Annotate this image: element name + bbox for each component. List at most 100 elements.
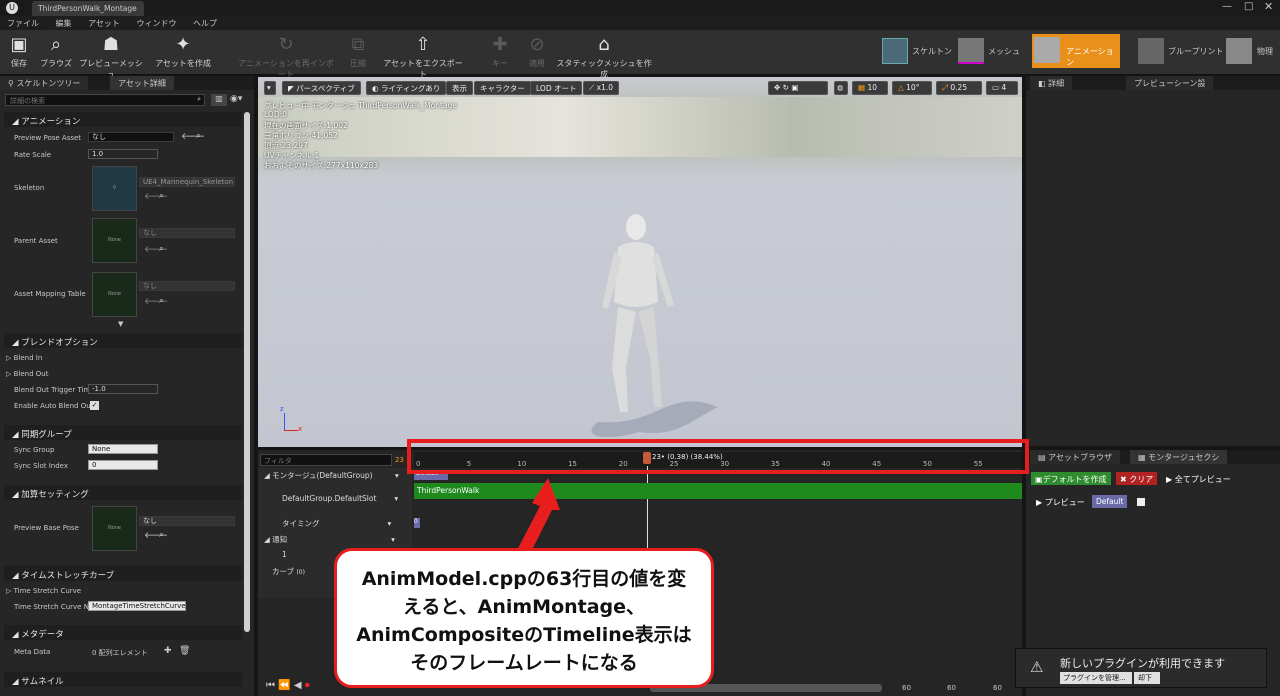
camera-speed-button[interactable]: ▭ 4 [986, 81, 1018, 95]
search-input[interactable]: 詳細の検索 ⌕ [5, 94, 205, 106]
track-slot[interactable]: DefaultGroup.DefaultSlot ▾ [282, 494, 398, 503]
mode-skeleton[interactable]: スケルトン [880, 36, 956, 68]
time-stretch-curve-row[interactable]: ▷ Time Stretch Curve [6, 587, 81, 595]
skeleton-combo[interactable]: UE4_Mannequin_Skeleton [139, 177, 235, 187]
character-button[interactable]: キャラクター [474, 81, 531, 95]
mode-animation[interactable]: アニメーション [1032, 34, 1120, 68]
scale-snap-button[interactable]: ⤢ 0.25 [936, 81, 982, 95]
default-section-button[interactable]: Default [1092, 495, 1128, 508]
range-mid-value[interactable]: 60 [947, 684, 956, 692]
tab-skeleton-tree[interactable]: ⚲ スケルトンツリー [0, 76, 89, 90]
create-static-mesh-button[interactable]: ⌂ スタティックメッシュを作成 [556, 33, 652, 80]
section-blend-options[interactable]: ◢ ブレンドオプション [4, 333, 242, 348]
menu-edit[interactable]: 編集 [56, 19, 72, 28]
expand-advanced-icon[interactable]: ▼ [118, 320, 123, 328]
menu-window[interactable]: ウィンドウ [136, 19, 176, 28]
key-button[interactable]: ✚ キー [488, 33, 512, 73]
apply-button[interactable]: ⊘ 適用 [522, 33, 552, 73]
blend-in-row[interactable]: ▷ Blend In [6, 354, 42, 362]
grid-snap-button[interactable]: ▦ 10 [852, 81, 888, 95]
arrow-left-icon[interactable]: 🡐 [144, 191, 168, 202]
preview-base-pose-combo[interactable]: なし [139, 516, 235, 526]
browse-search-icon[interactable]: ⌕ [196, 131, 201, 141]
timing-marker[interactable]: 0 [414, 518, 420, 528]
track-notify-1[interactable]: 1 [282, 550, 287, 559]
add-element-icon[interactable]: ✚ [164, 646, 172, 656]
export-asset-button[interactable]: ⇧ アセットをエクスポート [380, 33, 466, 80]
arrow-left-icon[interactable]: 🡐 [144, 296, 168, 307]
record-icon[interactable]: ⏺ [305, 680, 310, 691]
mode-blueprint[interactable]: ブループリント [1136, 36, 1226, 68]
mode-physics[interactable]: 物理 [1226, 36, 1280, 68]
menu-help[interactable]: ヘルプ [193, 19, 217, 28]
reimport-button[interactable]: ↻ アニメーションを再インポート [236, 33, 336, 80]
sync-slot-index-field[interactable]: 0 [88, 460, 158, 470]
asset-tab[interactable]: ThirdPersonWalk_Montage [32, 1, 144, 16]
browse-search-icon[interactable]: ⌕ [159, 530, 164, 540]
rate-scale-field[interactable]: 1.0 [88, 149, 158, 159]
viewport[interactable]: z x [258, 77, 1022, 447]
skip-start-icon[interactable]: ⏮ [266, 680, 275, 691]
maximize-icon[interactable]: □ [1244, 1, 1253, 12]
tab-details[interactable]: ◧ 詳細 [1030, 76, 1073, 90]
step-back-icon[interactable]: ⏪ [278, 680, 290, 691]
section-metadata[interactable]: ◢ メタデータ [4, 625, 242, 640]
section-sync-group[interactable]: ◢ 同期グループ [4, 425, 242, 440]
range-start-value[interactable]: 60 [902, 684, 911, 692]
section-checkbox[interactable] [1137, 498, 1145, 506]
section-animation[interactable]: ◢ アニメーション [4, 112, 242, 127]
track-curve[interactable]: カーブ (0) [272, 566, 305, 577]
sync-group-field[interactable]: None [88, 444, 158, 454]
compress-button[interactable]: ⧉ 圧縮 [346, 33, 370, 73]
tab-asset-browser[interactable]: ▤ アセットブラウザ [1030, 450, 1120, 464]
preview-button[interactable]: ▶ プレビュー [1032, 495, 1089, 508]
save-button[interactable]: ▣ 保存 [4, 33, 34, 73]
section-thumbnail[interactable]: ◢ サムネイル [4, 672, 242, 687]
browse-search-icon[interactable]: ⌕ [159, 296, 164, 306]
create-asset-button[interactable]: ✦ アセットを作成 [155, 33, 211, 73]
dismiss-button[interactable]: 却下 [1134, 672, 1160, 684]
tab-asset-details[interactable]: アセット詳細 [110, 76, 174, 90]
parent-asset-combo[interactable]: なし [139, 228, 235, 238]
arrow-left-icon[interactable]: 🡐 [181, 131, 205, 142]
manage-plugins-button[interactable]: プラグインを管理... [1060, 672, 1132, 684]
track-notify[interactable]: ◢ 通知 ▾ [264, 534, 395, 545]
section-time-stretch[interactable]: ◢ タイムストレッチカーブ [4, 566, 242, 581]
enable-auto-blend-checkbox[interactable]: ✓ [90, 401, 99, 410]
browse-button[interactable]: ⌕ ブラウズ [38, 33, 74, 73]
mode-mesh[interactable]: メッシュ [956, 36, 1032, 68]
create-default-button[interactable]: ▣デフォルトを作成 [1031, 472, 1111, 485]
preview-pose-asset-combo[interactable]: なし [88, 132, 174, 142]
play-reverse-icon[interactable]: ◀ [294, 680, 302, 691]
details-scrollbar[interactable] [244, 112, 250, 632]
trash-icon[interactable]: 🗑 [179, 646, 190, 656]
transform-tools[interactable]: ✥ ↻ ▣ [768, 81, 828, 95]
browse-search-icon[interactable]: ⌕ [159, 244, 164, 254]
range-end-value[interactable]: 60 [993, 684, 1002, 692]
track-montage[interactable]: ◢ モンタージュ(DefaultGroup) ▾ [264, 470, 399, 481]
angle-snap-button[interactable]: △ 10° [892, 81, 932, 95]
world-local-toggle[interactable]: ◍ [834, 81, 848, 95]
eye-icon[interactable]: ◉▾ [230, 94, 242, 104]
preview-all-button[interactable]: ▶ 全てプレビュー [1162, 472, 1235, 485]
blend-out-row[interactable]: ▷ Blend Out [6, 370, 48, 378]
browse-search-icon[interactable]: ⌕ [159, 191, 164, 201]
preview-mesh-button[interactable]: ☗ プレビューメッシュ [76, 33, 146, 80]
view-grid-icon[interactable]: ▥ [211, 94, 227, 106]
lod-button[interactable]: LOD オート [530, 81, 583, 95]
viewport-options-button[interactable]: ▾ [264, 81, 276, 95]
show-button[interactable]: 表示 [446, 81, 473, 95]
arrow-left-icon[interactable]: 🡐 [144, 244, 168, 255]
clear-button[interactable]: ✖ クリア [1116, 472, 1158, 485]
track-timing[interactable]: タイミング ▾ [282, 518, 391, 529]
arrow-left-icon[interactable]: 🡐 [144, 530, 168, 541]
time-stretch-curve-name-field[interactable]: MontageTimeStretchCurve [88, 601, 186, 611]
close-icon[interactable]: ✕ [1264, 0, 1273, 13]
perspective-button[interactable]: ◤ パースペクティブ [282, 81, 361, 95]
menu-file[interactable]: ファイル [7, 19, 39, 28]
menu-asset[interactable]: アセット [88, 19, 120, 28]
tab-montage-sections[interactable]: ▦ モンタージュセクシ [1130, 450, 1228, 464]
asset-mapping-combo[interactable]: なし [139, 281, 235, 291]
section-additive-settings[interactable]: ◢ 加算セッティング [4, 485, 242, 500]
minimize-icon[interactable]: — [1222, 1, 1232, 12]
